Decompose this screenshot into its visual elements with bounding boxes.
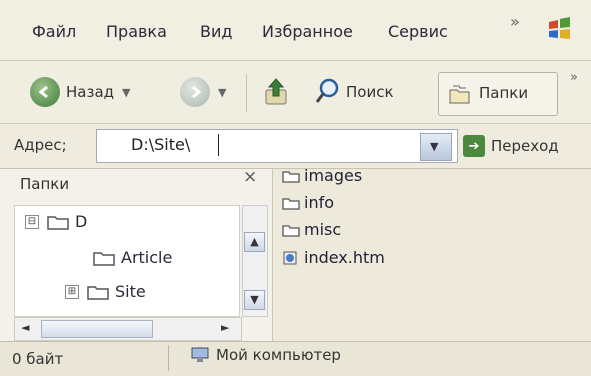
file-name: images (304, 166, 363, 185)
collapse-icon[interactable]: ⊟ (25, 214, 39, 229)
menu-overflow-chevron[interactable]: » (510, 12, 520, 31)
folder-icon (87, 283, 109, 300)
text-cursor (218, 134, 219, 156)
list-item[interactable]: index.htm (282, 248, 385, 267)
status-divider (168, 345, 169, 371)
back-arrow-icon (30, 77, 60, 107)
status-location-label: Мой компьютер (216, 346, 341, 364)
search-label: Поиск (346, 83, 394, 101)
close-icon[interactable]: × (243, 167, 257, 187)
forward-dropdown-icon[interactable]: ▼ (218, 86, 226, 99)
scroll-right-icon[interactable]: ► (221, 321, 229, 334)
folders-pane: Папки × ⊟ D Article ⊞ Site ▲ ▼ ◄ ► (0, 167, 273, 341)
list-item[interactable]: images (282, 166, 362, 185)
list-item[interactable]: misc (282, 220, 341, 239)
address-label: Адрес; (14, 136, 67, 154)
list-item[interactable]: info (282, 193, 334, 212)
status-location: Мой компьютер (190, 346, 341, 364)
tree-item-article[interactable]: Article (93, 248, 172, 267)
menu-favorites[interactable]: Избранное (262, 22, 353, 41)
horizontal-scrollbar[interactable]: ◄ ► (14, 317, 242, 341)
menu-bar: Файл Правка Вид Избранное Сервис » (0, 0, 591, 61)
scroll-left-icon[interactable]: ◄ (21, 321, 29, 334)
toolbar-overflow-chevron[interactable]: » (570, 70, 578, 85)
status-size: 0 байт (12, 350, 64, 368)
go-arrow-icon: ➔ (463, 135, 485, 157)
search-button[interactable]: Поиск (314, 78, 394, 106)
forward-button[interactable]: ▼ (180, 77, 226, 107)
expand-icon[interactable]: ⊞ (65, 284, 79, 299)
folder-icon (282, 197, 300, 210)
menu-file[interactable]: Файл (32, 22, 76, 41)
folders-button[interactable]: Папки (438, 72, 558, 116)
chevron-down-icon: ▼ (430, 140, 439, 153)
vertical-scrollbar[interactable]: ▲ ▼ (242, 205, 268, 317)
scroll-down-button[interactable]: ▼ (244, 290, 265, 310)
tree-item-label: Site (115, 282, 146, 301)
folders-label: Папки (479, 84, 529, 102)
address-value: D:\Site\ (131, 135, 191, 154)
address-dropdown-button[interactable]: ▼ (420, 133, 452, 161)
back-dropdown-icon[interactable]: ▼ (122, 86, 130, 99)
menu-edit[interactable]: Правка (106, 22, 167, 41)
folders-icon (449, 85, 470, 104)
tree-item-d[interactable]: ⊟ D (25, 212, 87, 231)
html-file-icon (283, 251, 297, 264)
tree-item-label: D (75, 212, 88, 231)
folder-icon (47, 213, 69, 230)
file-name: misc (304, 220, 342, 239)
folder-icon (282, 224, 300, 237)
toolbar-separator (246, 74, 247, 112)
search-icon (315, 78, 339, 103)
forward-arrow-icon (180, 77, 210, 107)
tree-item-label: Article (121, 248, 173, 267)
file-name: index.htm (304, 248, 385, 267)
folder-icon (282, 170, 300, 183)
menu-tools[interactable]: Сервис (388, 22, 448, 41)
go-button[interactable]: ➔ Переход (463, 130, 588, 162)
up-folder-icon (265, 78, 287, 105)
go-label: Переход (491, 137, 559, 155)
address-input[interactable]: D:\Site\ (96, 129, 458, 163)
back-label: Назад (66, 83, 115, 101)
folder-icon (93, 249, 115, 266)
scroll-up-button[interactable]: ▲ (244, 232, 265, 252)
computer-icon (191, 347, 209, 362)
folders-pane-title: Папки (20, 175, 70, 193)
folder-tree: ⊟ D Article ⊞ Site (14, 205, 240, 317)
menu-view[interactable]: Вид (200, 22, 232, 41)
up-folder-button[interactable] (262, 76, 290, 108)
scrollbar-thumb[interactable] (41, 320, 153, 338)
tree-item-site[interactable]: ⊞ Site (65, 282, 146, 301)
file-name: info (304, 193, 335, 212)
back-button[interactable]: Назад ▼ (30, 77, 130, 107)
windows-logo-icon (549, 17, 570, 39)
